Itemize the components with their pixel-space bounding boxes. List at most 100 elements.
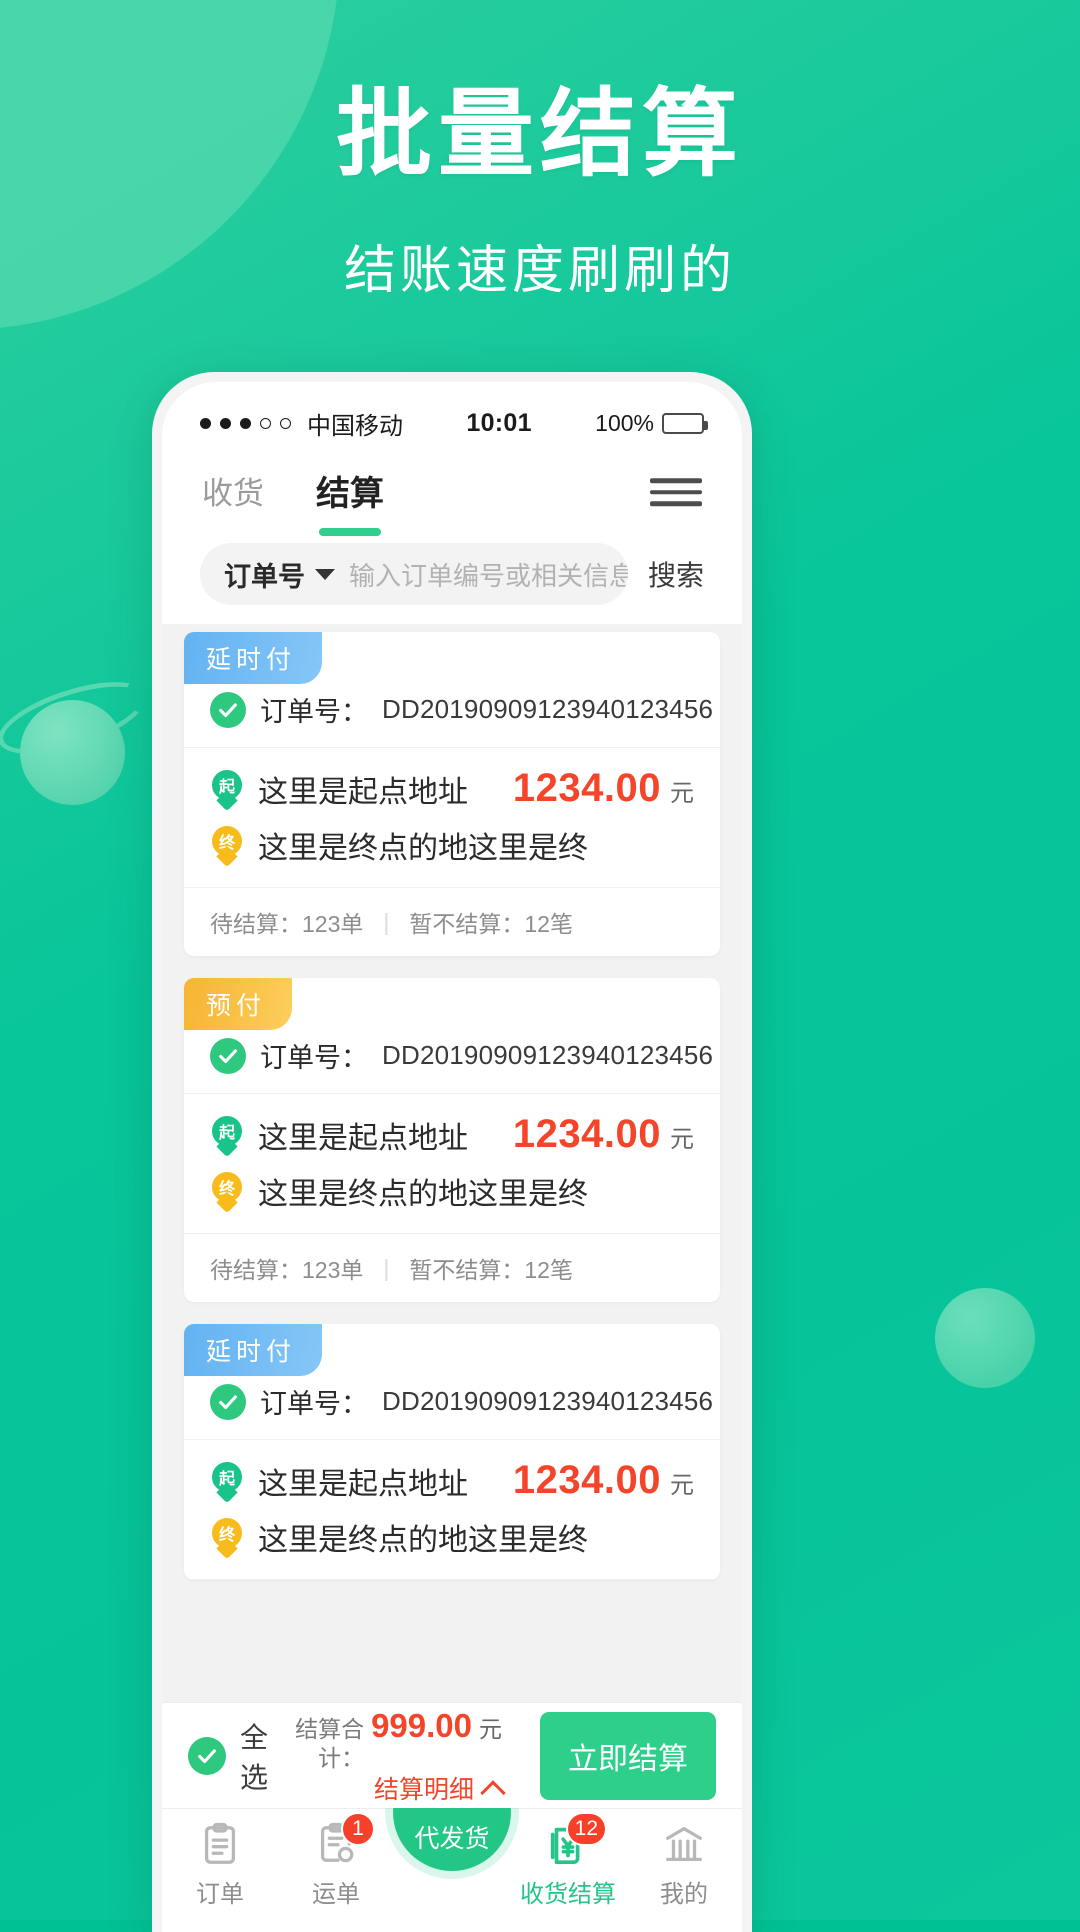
bottom-nav-bar: 订单 1 运单 代发货 — [162, 1753, 742, 1932]
order-price: 1234.00 — [512, 1458, 661, 1502]
select-all-control[interactable]: 全选 — [188, 1716, 277, 1796]
start-address-text: 这里是起点地址 — [258, 775, 468, 809]
settlement-total-row: 结算合计： 999.00 元 — [295, 1705, 502, 1773]
payment-type-badge: 延时付 — [184, 632, 323, 684]
settlement-total-value: 999.00 — [371, 1707, 472, 1745]
order-number-value: DD20190909123940123456 — [382, 1040, 714, 1070]
order-header-row[interactable]: 订单号： DD20190909123940123456 待结算 — [184, 684, 720, 748]
order-price: 1234.00 — [512, 766, 661, 810]
order-price-unit: 元 — [670, 780, 694, 807]
start-address-row: 起 这里是起点地址 1234.00 元 — [210, 1458, 694, 1503]
select-all-checkbox[interactable] — [188, 1736, 226, 1775]
start-address-text: 这里是起点地址 — [258, 1467, 468, 1501]
search-button[interactable]: 搜索 — [648, 554, 704, 594]
building-icon — [661, 1821, 707, 1867]
nav-item-waybill[interactable]: 1 运单 — [278, 1812, 394, 1909]
end-pin-icon: 终 — [210, 1170, 244, 1214]
receipt-yuan-icon: 12 — [545, 1812, 607, 1867]
status-bar-left: 中国移动 — [200, 406, 403, 441]
nav-label-orders: 订单 — [196, 1881, 244, 1908]
order-body: 起 这里是起点地址 1234.00 元 终 这里是终点的地这里是终 — [184, 748, 720, 888]
order-card[interactable]: 延时付 订单号： DD20190909123940123456 待结算 起 这里… — [184, 1324, 720, 1580]
payment-type-badge: 延时付 — [184, 1324, 323, 1376]
nav-label-waybill: 运单 — [312, 1881, 360, 1908]
start-address-row: 起 这里是起点地址 1234.00 元 — [210, 766, 694, 811]
order-checkbox[interactable] — [210, 1383, 246, 1420]
order-body: 起 这里是起点地址 1234.00 元 终 这里是终点的地这里是终 — [184, 1094, 720, 1234]
payment-type-badge: 预付 — [184, 978, 293, 1030]
order-number-value: DD20190909123940123456 — [382, 1386, 714, 1416]
select-all-label: 全选 — [240, 1721, 269, 1793]
order-footer: 待结算：123单 | 暂不结算：12笔 — [184, 888, 720, 956]
chevron-up-icon[interactable] — [480, 1780, 506, 1806]
search-input[interactable]: 输入订单编号或相关信息查询 — [349, 556, 628, 593]
clipboard-icon — [197, 1821, 243, 1867]
signal-dot-empty — [260, 417, 271, 429]
planet-decoration-left — [20, 700, 125, 805]
order-price-wrap: 1234.00 元 — [513, 1112, 694, 1157]
start-pin-icon: 起 — [210, 767, 244, 811]
order-price-unit: 元 — [670, 1126, 694, 1153]
end-address-row: 终 这里是终点的地这里是终 — [210, 1169, 694, 1214]
nav-badge-receipt-settlement: 12 — [565, 1812, 607, 1846]
order-body: 起 这里是起点地址 1234.00 元 终 这里是终点的地这里是终 — [184, 1440, 720, 1580]
status-bar-time: 10:01 — [466, 408, 532, 437]
start-address-row: 起 这里是起点地址 1234.00 元 — [210, 1112, 694, 1157]
signal-dot-empty — [280, 417, 291, 429]
start-pin-icon: 起 — [210, 1459, 244, 1503]
planet-decoration-right — [935, 1288, 1035, 1388]
search-row: 订单号 输入订单编号或相关信息查询 搜索 — [162, 538, 742, 624]
search-input-container[interactable]: 订单号 输入订单编号或相关信息查询 — [200, 543, 628, 605]
pending-count: 待结算：123单 — [210, 911, 364, 937]
tab-shouhuo[interactable]: 收货 — [202, 468, 264, 517]
top-tab-bar: 收货 结算 — [162, 446, 742, 538]
status-bar: 中国移动 10:01 100% — [162, 382, 742, 446]
nav-label-mine: 我的 — [660, 1881, 708, 1908]
list-menu-icon[interactable] — [650, 478, 702, 506]
status-bar-right: 100% — [595, 409, 708, 437]
end-pin-icon: 终 — [210, 824, 244, 868]
order-number-label: 订单号： — [260, 1389, 368, 1419]
order-list[interactable]: 延时付 订单号： DD20190909123940123456 待结算 起 这里… — [162, 624, 742, 1702]
start-pin-icon: 起 — [210, 1113, 244, 1157]
promo-text-block: 批量结算 结账速度刷刷的 — [0, 80, 1080, 303]
order-card[interactable]: 延时付 订单号： DD20190909123940123456 待结算 起 这里… — [184, 632, 720, 956]
order-card[interactable]: 预付 订单号： DD20190909123940123456 待结算 起 这里是… — [184, 978, 720, 1302]
skipped-count: 暂不结算：12笔 — [409, 911, 573, 937]
battery-percent-label: 100% — [595, 409, 654, 436]
signal-dot — [200, 417, 211, 429]
order-checkbox[interactable] — [210, 691, 246, 728]
search-type-selector[interactable]: 订单号 — [224, 555, 305, 594]
nav-badge-waybill: 1 — [341, 1812, 375, 1846]
battery-icon — [662, 412, 708, 434]
nav-item-mine[interactable]: 我的 — [626, 1821, 742, 1909]
phone-mockup: 中国移动 10:01 100% 收货 结算 订单号 输入订单编号或相关信息查询 … — [152, 372, 752, 1932]
order-number-label: 订单号： — [260, 697, 368, 727]
chevron-down-icon[interactable] — [315, 568, 335, 580]
end-address-text: 这里是终点的地这里是终 — [258, 1524, 588, 1557]
footer-divider: | — [383, 1254, 390, 1281]
order-checkbox[interactable] — [210, 1037, 246, 1074]
phone-screen: 中国移动 10:01 100% 收货 结算 订单号 输入订单编号或相关信息查询 … — [162, 382, 742, 1932]
settle-now-button[interactable]: 立即结算 — [540, 1711, 716, 1800]
end-address-text: 这里是终点的地这里是终 — [258, 832, 588, 865]
end-address-text: 这里是终点的地这里是终 — [258, 1178, 588, 1211]
order-price-wrap: 1234.00 元 — [513, 1458, 694, 1503]
order-header-row[interactable]: 订单号： DD20190909123940123456 待结算 — [184, 1030, 720, 1094]
settlement-detail-toggle[interactable]: 结算明细 — [295, 1775, 506, 1806]
end-address-row: 终 这里是终点的地这里是终 — [210, 1515, 694, 1560]
skipped-count: 暂不结算：12笔 — [409, 1257, 573, 1283]
tab-jiesuan[interactable]: 结算 — [316, 466, 384, 519]
waybill-icon: 1 — [313, 1812, 375, 1867]
start-address-text: 这里是起点地址 — [258, 1121, 468, 1155]
signal-dot — [220, 417, 231, 429]
settlement-total-label: 结算合计： — [295, 1716, 365, 1771]
order-number-value: DD20190909123940123456 — [382, 694, 714, 724]
promo-subtitle: 结账速度刷刷的 — [343, 242, 736, 301]
order-header-row[interactable]: 订单号： DD20190909123940123456 待结算 — [184, 1376, 720, 1440]
settlement-detail-label[interactable]: 结算明细 — [374, 1775, 474, 1806]
order-price-unit: 元 — [670, 1472, 694, 1499]
nav-item-orders[interactable]: 订单 — [162, 1821, 278, 1909]
nav-item-receipt-settlement[interactable]: 12 收货结算 — [510, 1812, 626, 1909]
settlement-total-unit: 元 — [479, 1716, 502, 1743]
